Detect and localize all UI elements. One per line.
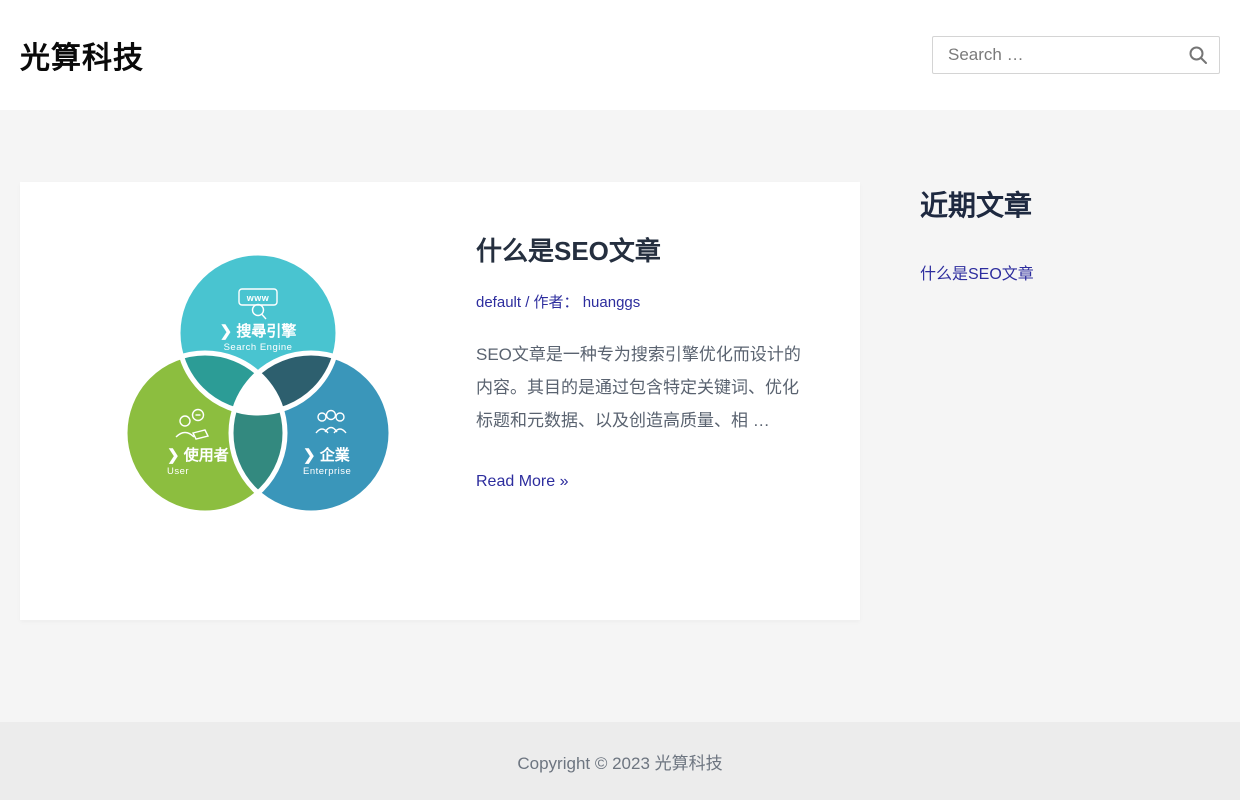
venn-diagram-image: www ❯ 搜尋引擎 Search Engine ❯ 使用者 User	[75, 237, 440, 542]
search-button[interactable]	[1182, 36, 1214, 74]
post-body: 什么是SEO文章 default / 作者： huanggs SEO文章是一种专…	[476, 237, 805, 491]
recent-posts-list: 什么是SEO文章	[920, 262, 1220, 288]
site-footer: Copyright © 2023 光算科技	[0, 722, 1240, 800]
copyright-text: Copyright © 2023 光算科技	[517, 749, 722, 774]
post-thumbnail-link[interactable]: www ❯ 搜尋引擎 Search Engine ❯ 使用者 User	[75, 237, 440, 542]
search-icon	[1188, 45, 1208, 65]
venn-label-enterprise: ❯ 企業	[303, 446, 351, 464]
recent-post-link[interactable]: 什么是SEO文章	[920, 266, 1034, 283]
author-link[interactable]: huanggs	[583, 294, 641, 311]
chevron-icon: ❯	[220, 323, 237, 340]
post-card: www ❯ 搜尋引擎 Search Engine ❯ 使用者 User	[20, 182, 860, 620]
venn-label-user: ❯ 使用者	[167, 446, 229, 464]
sidebar: 近期文章 什么是SEO文章	[920, 182, 1220, 288]
chevron-icon: ❯	[303, 447, 320, 464]
list-item: 什么是SEO文章	[920, 262, 1220, 288]
category-link[interactable]: default	[476, 294, 521, 311]
recent-posts-heading: 近期文章	[920, 184, 1220, 224]
chevron-icon: ❯	[167, 447, 184, 464]
venn-sublabel-enterprise: Enterprise	[303, 466, 351, 477]
read-more-link[interactable]: Read More »	[476, 473, 569, 491]
search-input[interactable]	[932, 36, 1220, 74]
main-content: www ❯ 搜尋引擎 Search Engine ❯ 使用者 User	[0, 110, 1240, 722]
www-text: www	[246, 293, 270, 303]
post-meta: default / 作者： huanggs	[476, 291, 805, 312]
meta-separator: / 作者：	[521, 294, 583, 311]
post-excerpt: SEO文章是一种专为搜索引擎优化而设计的内容。其目的是通过包含特定关键词、优化标…	[476, 338, 805, 437]
site-title-link[interactable]: 光算科技	[20, 33, 144, 77]
search-form	[932, 36, 1220, 74]
post-title-link[interactable]: 什么是SEO文章	[476, 237, 805, 267]
site-header: 光算科技	[0, 0, 1240, 110]
venn-sublabel-user: User	[167, 466, 189, 477]
venn-sublabel-search-engine: Search Engine	[224, 342, 293, 353]
venn-label-search-engine: ❯ 搜尋引擎	[220, 322, 297, 340]
